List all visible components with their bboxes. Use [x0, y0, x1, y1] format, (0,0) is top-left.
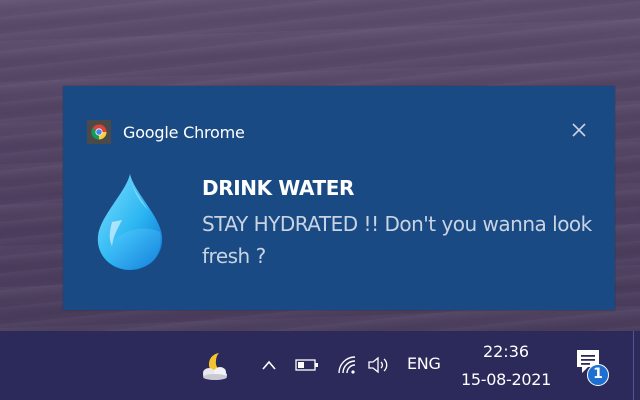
- close-button[interactable]: [567, 118, 591, 142]
- toast-body: STAY HYDRATED !! Don't you wanna look fr…: [202, 212, 592, 268]
- desktop-wallpaper: Google Chrome DRINK WATER STAY HYDRATED …: [0, 0, 640, 400]
- close-icon: [572, 123, 586, 137]
- volume-icon[interactable]: [366, 353, 394, 377]
- wifi-icon[interactable]: [334, 353, 360, 377]
- toast-title: DRINK WATER: [202, 176, 355, 200]
- notification-count-badge: 1: [587, 364, 609, 386]
- toast-header: Google Chrome: [87, 119, 245, 145]
- chrome-icon: [87, 120, 111, 144]
- show-desktop-button[interactable]: [633, 331, 640, 400]
- app-name: Google Chrome: [123, 122, 245, 142]
- language-indicator[interactable]: ENG: [407, 354, 441, 373]
- clock[interactable]: 22:36 15-08-2021: [458, 339, 554, 391]
- action-center-button[interactable]: 1: [570, 345, 614, 389]
- clock-date: 15-08-2021: [461, 370, 551, 389]
- taskbar: ENG 22:36 15-08-2021 1: [0, 331, 640, 400]
- battery-icon[interactable]: [294, 355, 320, 375]
- toast-notification[interactable]: Google Chrome DRINK WATER STAY HYDRATED …: [63, 86, 615, 310]
- clock-time: 22:36: [482, 342, 530, 361]
- weather-moon-cloud-icon[interactable]: [198, 349, 234, 383]
- chevron-up-icon[interactable]: [257, 353, 281, 377]
- water-drop-icon: [92, 172, 168, 272]
